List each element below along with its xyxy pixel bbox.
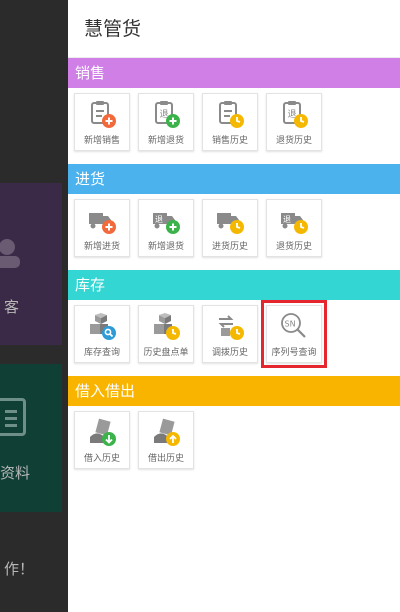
new-purchase-return-button[interactable]: 退 新增退货 [138,199,194,257]
section-header-purchase: 进货 [68,164,400,194]
transfer-history-button[interactable]: 调拨历史 [202,305,258,363]
clipboard-plus-icon [91,101,116,128]
borrow-in-history-label: 借入历史 [83,454,120,464]
stock-query-button[interactable]: 库存查询 [74,305,130,363]
navigation-drawer: 慧管货 销售 新增销售 退 新增退货 销售历史 退 退货历史 进货 新增进货 退… [68,0,400,612]
serial-number-query-label: 序列号查询 [271,348,317,358]
background-info-card [0,364,62,512]
borrow-in-history-button[interactable]: 借入历史 [74,411,130,469]
section-stock: 库存 库存查询 历史盘点单 调拨历史 SN 序列号查询 [68,270,400,376]
sales-history-button[interactable]: 销售历史 [202,93,258,151]
background-text-info: 资料 [0,464,31,482]
clipboard-return-clock-icon: 退 [283,101,308,128]
svg-text:退: 退 [283,215,291,224]
truck-return-clock-icon: 退 [281,213,308,234]
boxes-clock-icon [154,313,180,340]
document-icon [0,398,26,436]
section-header-stock: 库存 [68,270,400,300]
new-sales-return-button[interactable]: 退 新增退货 [138,93,194,151]
background-text-customer: 客 [4,298,20,316]
section-purchase: 进货 新增进货 退 新增退货 进货历史 退 退货历史 [68,164,400,270]
svg-text:SN: SN [285,320,296,329]
background-text-bottom: 作！ [4,560,35,578]
stock-query-label: 库存查询 [83,348,120,358]
new-purchase-return-label: 新增退货 [147,242,184,252]
purchase-history-label: 进货历史 [211,242,248,252]
inventory-count-history-label: 历史盘点单 [143,348,189,358]
section-borrow: 借入借出 借入历史 借出历史 [68,376,400,482]
new-sale-label: 新增销售 [83,136,120,146]
person-icon [0,239,20,268]
truck-return-plus-icon: 退 [153,213,180,234]
new-purchase-label: 新增进货 [83,242,120,252]
truck-clock-icon [217,213,244,234]
serial-number-query-button[interactable]: SN 序列号查询 [261,300,327,368]
sales-return-history-button[interactable]: 退 退货历史 [266,93,322,151]
truck-plus-icon [89,213,116,234]
sales-history-label: 销售历史 [211,136,248,146]
new-purchase-button[interactable]: 新增进货 [74,199,130,257]
boxes-search-icon [90,313,116,340]
clipboard-return-plus-icon: 退 [155,101,180,128]
inventory-count-history-button[interactable]: 历史盘点单 [138,305,194,363]
borrow-out-history-label: 借出历史 [147,454,184,464]
purchase-return-history-button[interactable]: 退 退货历史 [266,199,322,257]
clipboard-clock-icon [219,101,244,128]
transfer-history-label: 调拨历史 [211,348,248,358]
sales-return-history-label: 退货历史 [275,136,312,146]
new-sales-return-label: 新增退货 [147,136,184,146]
app-title: 慧管货 [68,0,400,58]
purchase-history-button[interactable]: 进货历史 [202,199,258,257]
new-sale-button[interactable]: 新增销售 [74,93,130,151]
transfer-clock-icon [218,315,244,340]
section-header-borrow: 借入借出 [68,376,400,406]
borrow-out-icon [154,418,180,446]
sn-search-icon: SN [281,313,306,338]
section-sales: 销售 新增销售 退 新增退货 销售历史 退 退货历史 [68,58,400,164]
purchase-return-history-label: 退货历史 [275,242,312,252]
borrow-out-history-button[interactable]: 借出历史 [138,411,194,469]
section-header-sales: 销售 [68,58,400,88]
svg-text:退: 退 [155,215,163,224]
borrow-in-icon [90,418,116,446]
